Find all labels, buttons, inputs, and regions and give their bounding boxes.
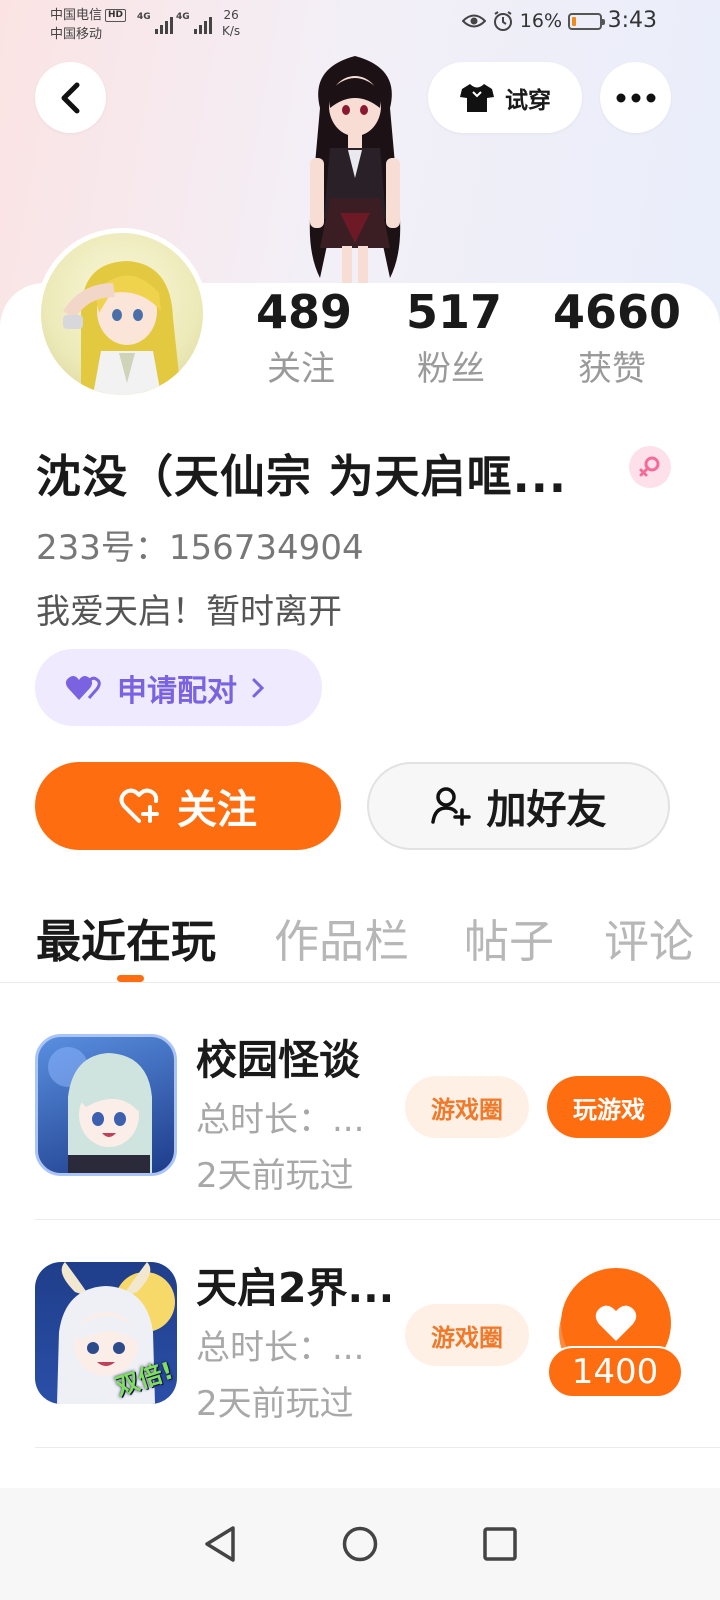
more-icon <box>616 93 655 102</box>
clock: 3:43 <box>607 8 657 33</box>
nav-back-button[interactable] <box>190 1514 250 1574</box>
try-on-button[interactable]: 试穿 <box>428 62 582 133</box>
row-divider <box>35 1219 720 1220</box>
list-item[interactable]: 校园怪谈 总时长：... 2天前玩过 游戏圈 玩游戏 <box>0 1000 720 1228</box>
chevron-right-icon <box>252 678 265 697</box>
alarm-icon <box>493 11 512 31</box>
back-button[interactable] <box>35 62 106 133</box>
female-icon <box>629 446 671 488</box>
game-icon: 双倍! <box>35 1262 177 1404</box>
network-speed-value: 26 <box>223 8 239 22</box>
try-on-label: 试穿 <box>505 87 551 114</box>
game-total-time: 总时长：... <box>196 1100 365 1140</box>
signal-icon: 4G <box>137 12 173 34</box>
tab-comments[interactable]: 评论 <box>604 905 694 970</box>
circle-home-icon <box>342 1526 378 1562</box>
fans-stat[interactable]: 517 粉丝 <box>406 285 503 390</box>
game-last-played: 2天前玩过 <box>196 1156 354 1196</box>
play-game-button[interactable]: 玩游戏 <box>547 1076 671 1138</box>
floating-like-widget[interactable]: 1400 <box>545 1268 685 1400</box>
game-title: 天启2界... <box>196 1264 395 1312</box>
tabs-divider <box>0 982 720 983</box>
row-divider <box>35 1447 720 1448</box>
like-count: 1400 <box>547 1346 683 1398</box>
carrier-info: 中国电信 HD 中国移动 <box>50 6 127 44</box>
avatar-character-image <box>63 261 181 395</box>
signal-icon-2: 4G <box>176 12 212 34</box>
user-bio: 我爱天启！暂时离开 <box>36 592 342 632</box>
likes-label: 获赞 <box>578 349 646 389</box>
follow-label: 关注 <box>177 787 257 833</box>
tab-recently-played[interactable]: 最近在玩 <box>36 905 216 970</box>
game-last-played: 2天前玩过 <box>196 1384 354 1424</box>
active-tab-indicator <box>117 975 144 982</box>
network-type-1: 4G <box>137 12 151 22</box>
heart-plus-icon <box>119 788 159 823</box>
hd-icon: HD <box>105 9 127 22</box>
user-id: 233号：156734904 <box>36 528 364 568</box>
nav-recents-button[interactable] <box>470 1514 530 1574</box>
request-pair-label: 申请配对 <box>117 673 237 709</box>
nav-home-button[interactable] <box>330 1514 390 1574</box>
fans-count: 517 <box>406 285 503 339</box>
game-title: 校园怪谈 <box>196 1036 360 1084</box>
tshirt-icon <box>460 83 494 112</box>
game-circle-button[interactable]: 游戏圈 <box>405 1076 529 1138</box>
following-label: 关注 <box>267 349 335 389</box>
eye-icon <box>461 14 486 28</box>
follow-button[interactable]: 关注 <box>35 762 341 850</box>
game-total-time: 总时长：... <box>196 1328 365 1368</box>
network-speed-unit: K/s <box>222 24 241 38</box>
carrier-1: 中国电信 <box>50 8 103 23</box>
add-friend-label: 加好友 <box>486 787 607 833</box>
tab-works[interactable]: 作品栏 <box>274 905 409 970</box>
carrier-2: 中国移动 <box>50 27 103 42</box>
battery-icon <box>568 12 605 30</box>
system-navigation-bar <box>0 1488 720 1600</box>
fans-label: 粉丝 <box>417 349 485 389</box>
add-friend-button[interactable]: 加好友 <box>367 762 670 850</box>
status-bar: 中国电信 HD 中国移动 4G 4G 26 K/s 16% 3:43 <box>0 0 720 46</box>
square-recents-icon <box>483 1527 517 1561</box>
profile-tabs: 最近在玩 作品栏 帖子 评论 <box>0 905 720 983</box>
network-type-2: 4G <box>176 12 190 22</box>
triangle-back-icon <box>205 1526 235 1562</box>
network-speed: 26 K/s <box>222 7 240 39</box>
request-pair-button[interactable]: 申请配对 <box>35 649 322 726</box>
likes-count: 4660 <box>553 285 682 339</box>
tab-posts[interactable]: 帖子 <box>464 905 554 970</box>
battery-percent: 16% <box>519 10 562 32</box>
back-arrow-icon <box>61 82 79 113</box>
add-user-icon <box>430 787 471 826</box>
game-icon <box>35 1034 177 1176</box>
game-art-school-ghost <box>48 1047 152 1173</box>
more-options-button[interactable] <box>600 62 671 133</box>
avatar[interactable] <box>36 228 208 400</box>
likes-stat[interactable]: 4660 获赞 <box>553 285 682 390</box>
game-circle-button[interactable]: 游戏圈 <box>405 1304 529 1366</box>
avatar-character-figure <box>309 56 401 286</box>
following-count: 489 <box>256 285 353 339</box>
following-stat[interactable]: 489 关注 <box>256 285 353 390</box>
double-heart-icon <box>65 675 101 700</box>
username: 沈没（天仙宗 为天启哐... <box>36 450 567 503</box>
status-icons: 16% <box>461 10 605 32</box>
